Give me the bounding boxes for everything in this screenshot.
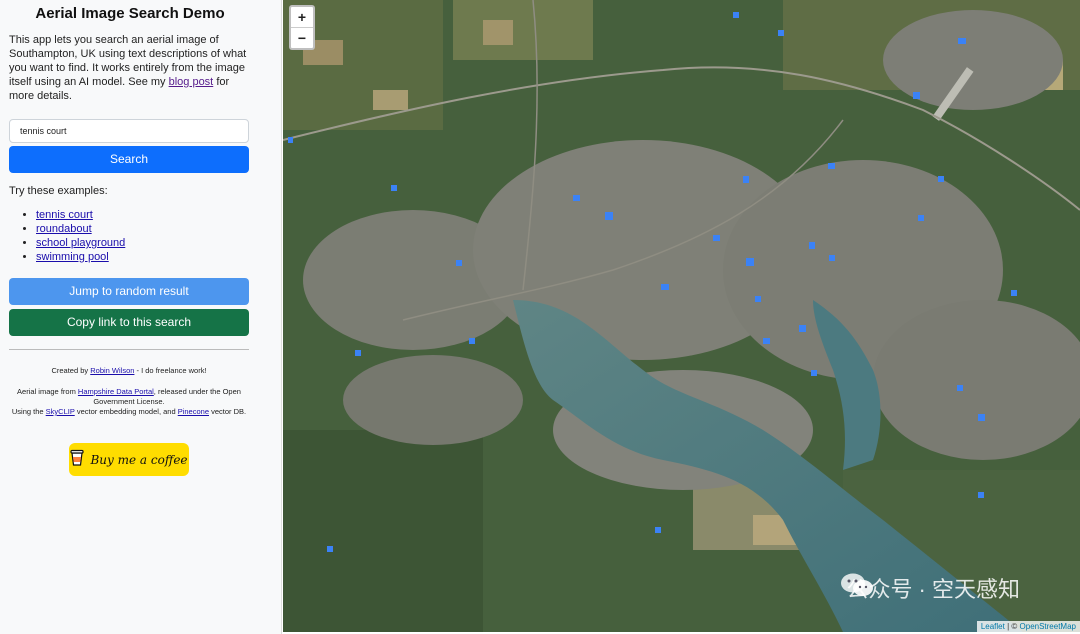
- example-link-tennis-court[interactable]: tennis court: [36, 209, 93, 221]
- zoom-control: + −: [289, 5, 315, 50]
- example-item: school playground: [36, 236, 125, 250]
- result-marker[interactable]: [733, 12, 739, 18]
- examples-heading: Try these examples:: [9, 185, 108, 197]
- result-marker[interactable]: [978, 492, 984, 498]
- result-marker[interactable]: [661, 284, 669, 290]
- example-item: tennis court: [36, 208, 125, 222]
- aerial-map[interactable]: + − 公众号 · 空天感知 Leaflet | © OpenStreetMap: [283, 0, 1080, 632]
- copy-link-button[interactable]: Copy link to this search: [9, 309, 249, 336]
- credit-suffix: - I do freelance work!: [136, 366, 207, 375]
- buy-me-a-coffee-button[interactable]: Buy me a coffee: [69, 443, 189, 476]
- result-marker[interactable]: [391, 185, 397, 191]
- result-marker[interactable]: [829, 255, 835, 261]
- result-marker[interactable]: [755, 296, 761, 302]
- coffee-cup-icon: [70, 448, 85, 471]
- example-link-school-playground[interactable]: school playground: [36, 237, 125, 249]
- attribution-text: Aerial image from Hampshire Data Portal,…: [9, 387, 249, 417]
- zoom-in-button[interactable]: +: [291, 7, 313, 28]
- search-button[interactable]: Search: [9, 146, 249, 173]
- openstreetmap-link[interactable]: OpenStreetMap: [1020, 622, 1076, 631]
- attribution-part: Aerial image from: [17, 387, 76, 396]
- result-marker[interactable]: [1011, 290, 1017, 296]
- result-marker[interactable]: [958, 38, 966, 44]
- result-marker[interactable]: [746, 258, 754, 266]
- pinecone-link[interactable]: Pinecone: [178, 407, 209, 416]
- result-marker[interactable]: [743, 176, 749, 183]
- page-title: Aerial Image Search Demo: [35, 5, 225, 22]
- result-marker[interactable]: [456, 260, 462, 266]
- result-marker[interactable]: [288, 137, 293, 143]
- result-marker[interactable]: [355, 350, 361, 356]
- bmc-label: Buy me a coffee: [90, 452, 188, 467]
- attribution-part: Using the: [11, 407, 44, 416]
- result-marker[interactable]: [809, 242, 815, 249]
- attribution-part: vector embedding model, and: [76, 407, 176, 416]
- result-marker[interactable]: [918, 215, 924, 221]
- result-marker[interactable]: [957, 385, 963, 391]
- zoom-out-button[interactable]: −: [291, 28, 313, 48]
- result-marker[interactable]: [573, 195, 580, 201]
- result-marker[interactable]: [469, 338, 475, 344]
- divider: [9, 349, 249, 350]
- result-marker[interactable]: [913, 92, 920, 99]
- attribution-part: vector DB.: [211, 407, 247, 416]
- search-result-markers: [288, 12, 1017, 552]
- attribution-separator: | ©: [1007, 622, 1018, 631]
- credit-text: Created by Robin Wilson - I do freelance…: [9, 366, 249, 376]
- result-marker[interactable]: [327, 546, 333, 552]
- search-input[interactable]: [9, 119, 249, 143]
- example-item: roundabout: [36, 222, 125, 236]
- skyclip-link[interactable]: SkyCLIP: [46, 407, 75, 416]
- hampshire-data-portal-link[interactable]: Hampshire Data Portal: [78, 387, 154, 396]
- sidebar: Aerial Image Search Demo This app lets y…: [0, 0, 282, 634]
- example-item: swimming pool: [36, 250, 125, 264]
- result-marker[interactable]: [713, 235, 720, 241]
- map-attribution: Leaflet | © OpenStreetMap: [976, 621, 1080, 632]
- leaflet-link[interactable]: Leaflet: [981, 622, 1005, 631]
- result-marker[interactable]: [605, 212, 613, 220]
- result-marker[interactable]: [811, 370, 817, 376]
- result-marker[interactable]: [778, 30, 784, 36]
- result-marker[interactable]: [655, 527, 661, 533]
- credit-prefix: Created by: [51, 366, 89, 375]
- example-link-roundabout[interactable]: roundabout: [36, 223, 92, 235]
- result-marker[interactable]: [978, 414, 985, 421]
- result-marker[interactable]: [828, 163, 835, 169]
- result-marker[interactable]: [938, 176, 944, 182]
- examples-list: tennis court roundabout school playgroun…: [9, 208, 125, 264]
- blog-post-link[interactable]: blog post: [169, 76, 214, 88]
- watermark: 公众号 · 空天感知: [840, 572, 1020, 604]
- random-result-button[interactable]: Jump to random result: [9, 278, 249, 305]
- result-marker[interactable]: [763, 338, 770, 344]
- result-marker[interactable]: [799, 325, 806, 332]
- intro-text: This app lets you search an aerial image…: [9, 33, 257, 103]
- example-link-swimming-pool[interactable]: swimming pool: [36, 251, 109, 263]
- author-link[interactable]: Robin Wilson: [90, 366, 134, 375]
